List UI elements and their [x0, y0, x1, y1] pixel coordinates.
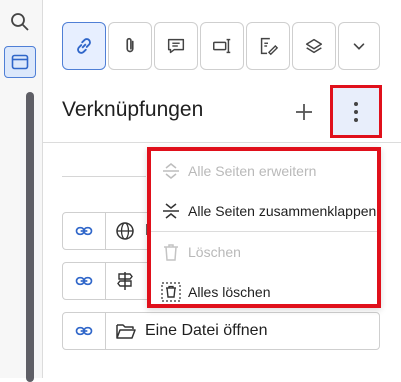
layers-icon — [303, 35, 325, 57]
add-link-button[interactable] — [288, 96, 320, 128]
expand-icon — [161, 161, 181, 181]
more-vertical-icon — [353, 101, 359, 123]
link-cell[interactable] — [63, 313, 106, 349]
menu-item-collapse-all[interactable]: Alle Seiten zusammenklappen — [151, 191, 377, 231]
signatures-tab-button[interactable] — [246, 22, 290, 70]
form-field-icon — [211, 35, 233, 57]
more-options-button[interactable] — [330, 85, 382, 138]
link-icon — [74, 221, 94, 241]
menu-item-label: Alle Seiten erweitern — [188, 163, 317, 179]
document-panel-icon — [10, 52, 30, 72]
link-icon — [73, 35, 95, 57]
menu-item-label: Alles löschen — [188, 284, 271, 300]
more-tabs-button[interactable] — [338, 22, 380, 70]
left-rail — [0, 0, 43, 382]
attachments-tab-button[interactable] — [108, 22, 152, 70]
menu-item-expand-all[interactable]: Alle Seiten erweitern — [151, 151, 377, 191]
form-fields-tab-button[interactable] — [200, 22, 244, 70]
link-icon — [74, 321, 94, 341]
paperclip-icon — [119, 35, 141, 57]
menu-item-label: Alle Seiten zusammenklappen — [188, 203, 377, 219]
trash-icon — [161, 242, 181, 262]
comment-icon — [165, 35, 187, 57]
faint-divider — [62, 176, 146, 177]
comments-tab-button[interactable] — [154, 22, 198, 70]
header-divider — [42, 142, 401, 143]
more-options-menu: Alle Seiten erweitern Alle Seiten zusamm… — [147, 147, 381, 308]
collapse-icon — [161, 201, 181, 221]
links-tab-button[interactable] — [62, 22, 106, 70]
folder-open-icon — [115, 321, 136, 341]
layers-tab-button[interactable] — [292, 22, 336, 70]
link-cell[interactable] — [63, 213, 106, 249]
link-icon — [74, 271, 94, 291]
menu-item-delete[interactable]: Löschen — [151, 232, 377, 272]
link-label: Eine Datei öffnen — [145, 322, 268, 339]
plus-icon — [294, 102, 314, 122]
menu-item-delete-all[interactable]: Alles löschen — [151, 272, 377, 312]
rail-scrollbar[interactable] — [26, 92, 34, 382]
search-button[interactable] — [4, 6, 36, 38]
globe-icon — [115, 221, 135, 241]
delete-all-icon — [161, 282, 181, 302]
panel-title: Verknüpfungen — [62, 98, 204, 121]
search-icon — [10, 12, 30, 32]
document-panel-button[interactable] — [4, 46, 36, 78]
link-row[interactable]: Eine Datei öffnen — [62, 312, 380, 350]
signpost-icon — [115, 271, 135, 291]
link-cell[interactable] — [63, 263, 106, 299]
menu-item-label: Löschen — [188, 244, 241, 260]
chevron-down-icon — [350, 37, 368, 55]
signature-icon — [257, 35, 279, 57]
